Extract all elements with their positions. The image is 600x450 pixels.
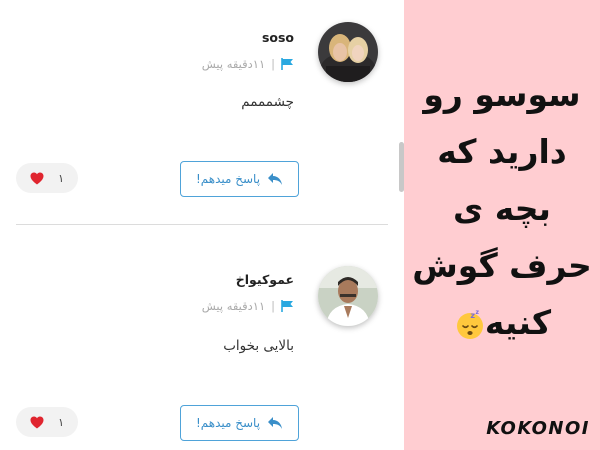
avatar[interactable] bbox=[318, 266, 378, 326]
comment-time: ۱۱دقیقه پیش bbox=[201, 57, 266, 71]
comments-panel: soso | ۱۱دقیقه پیش چشمممم پاسخ میدهم! ۱ bbox=[0, 0, 404, 450]
reply-button-label: پاسخ میدهم! bbox=[195, 172, 261, 186]
comment-text: چشمممم bbox=[241, 94, 294, 110]
reply-button[interactable]: پاسخ میدهم! bbox=[180, 161, 299, 197]
comment-item: عموکیواخ | ۱۱دقیقه پیش بالایی بخواب پاسخ… bbox=[0, 226, 404, 450]
heart-icon bbox=[30, 416, 44, 428]
caption-line: دارید که bbox=[437, 132, 567, 171]
sleeping-face-icon: z z bbox=[456, 310, 483, 339]
comment-item: soso | ۱۱دقیقه پیش چشمممم پاسخ میدهم! ۱ bbox=[0, 0, 404, 224]
flag-icon[interactable] bbox=[281, 58, 294, 70]
caption-text: سوسو رو دارید که بچه ی حرف گوش کنیه z z bbox=[404, 66, 600, 351]
comment-time: ۱۱دقیقه پیش bbox=[201, 299, 266, 313]
avatar[interactable] bbox=[318, 22, 378, 82]
meta-separator: | bbox=[271, 57, 275, 71]
heart-icon bbox=[30, 172, 44, 184]
comment-divider bbox=[16, 224, 388, 225]
like-button[interactable]: ۱ bbox=[16, 163, 78, 193]
reply-arrow-icon bbox=[268, 417, 283, 429]
comment-text: بالایی بخواب bbox=[223, 338, 294, 354]
comment-username[interactable]: عموکیواخ bbox=[236, 272, 294, 287]
caption-line: بچه ی bbox=[453, 189, 551, 228]
caption-line: کنیه bbox=[484, 303, 552, 342]
meta-separator: | bbox=[271, 299, 275, 313]
reply-button-label: پاسخ میدهم! bbox=[195, 416, 261, 430]
like-count: ۱ bbox=[58, 171, 64, 185]
comment-meta: | ۱۱دقیقه پیش bbox=[202, 57, 294, 71]
like-button[interactable]: ۱ bbox=[16, 407, 78, 437]
caption-panel: سوسو رو دارید که بچه ی حرف گوش کنیه z z … bbox=[404, 0, 600, 450]
reply-arrow-icon bbox=[268, 173, 283, 185]
svg-text:z: z bbox=[475, 310, 479, 316]
brand-watermark: KOKONOI bbox=[486, 418, 590, 439]
caption-line-last: کنیه z z bbox=[404, 294, 600, 351]
comment-meta: | ۱۱دقیقه پیش bbox=[202, 299, 294, 313]
reply-button[interactable]: پاسخ میدهم! bbox=[180, 405, 299, 441]
caption-line: سوسو رو bbox=[423, 75, 581, 114]
flag-icon[interactable] bbox=[281, 300, 294, 312]
comment-username[interactable]: soso bbox=[262, 30, 294, 45]
like-count: ۱ bbox=[58, 415, 64, 429]
caption-line: حرف گوش bbox=[412, 246, 592, 285]
